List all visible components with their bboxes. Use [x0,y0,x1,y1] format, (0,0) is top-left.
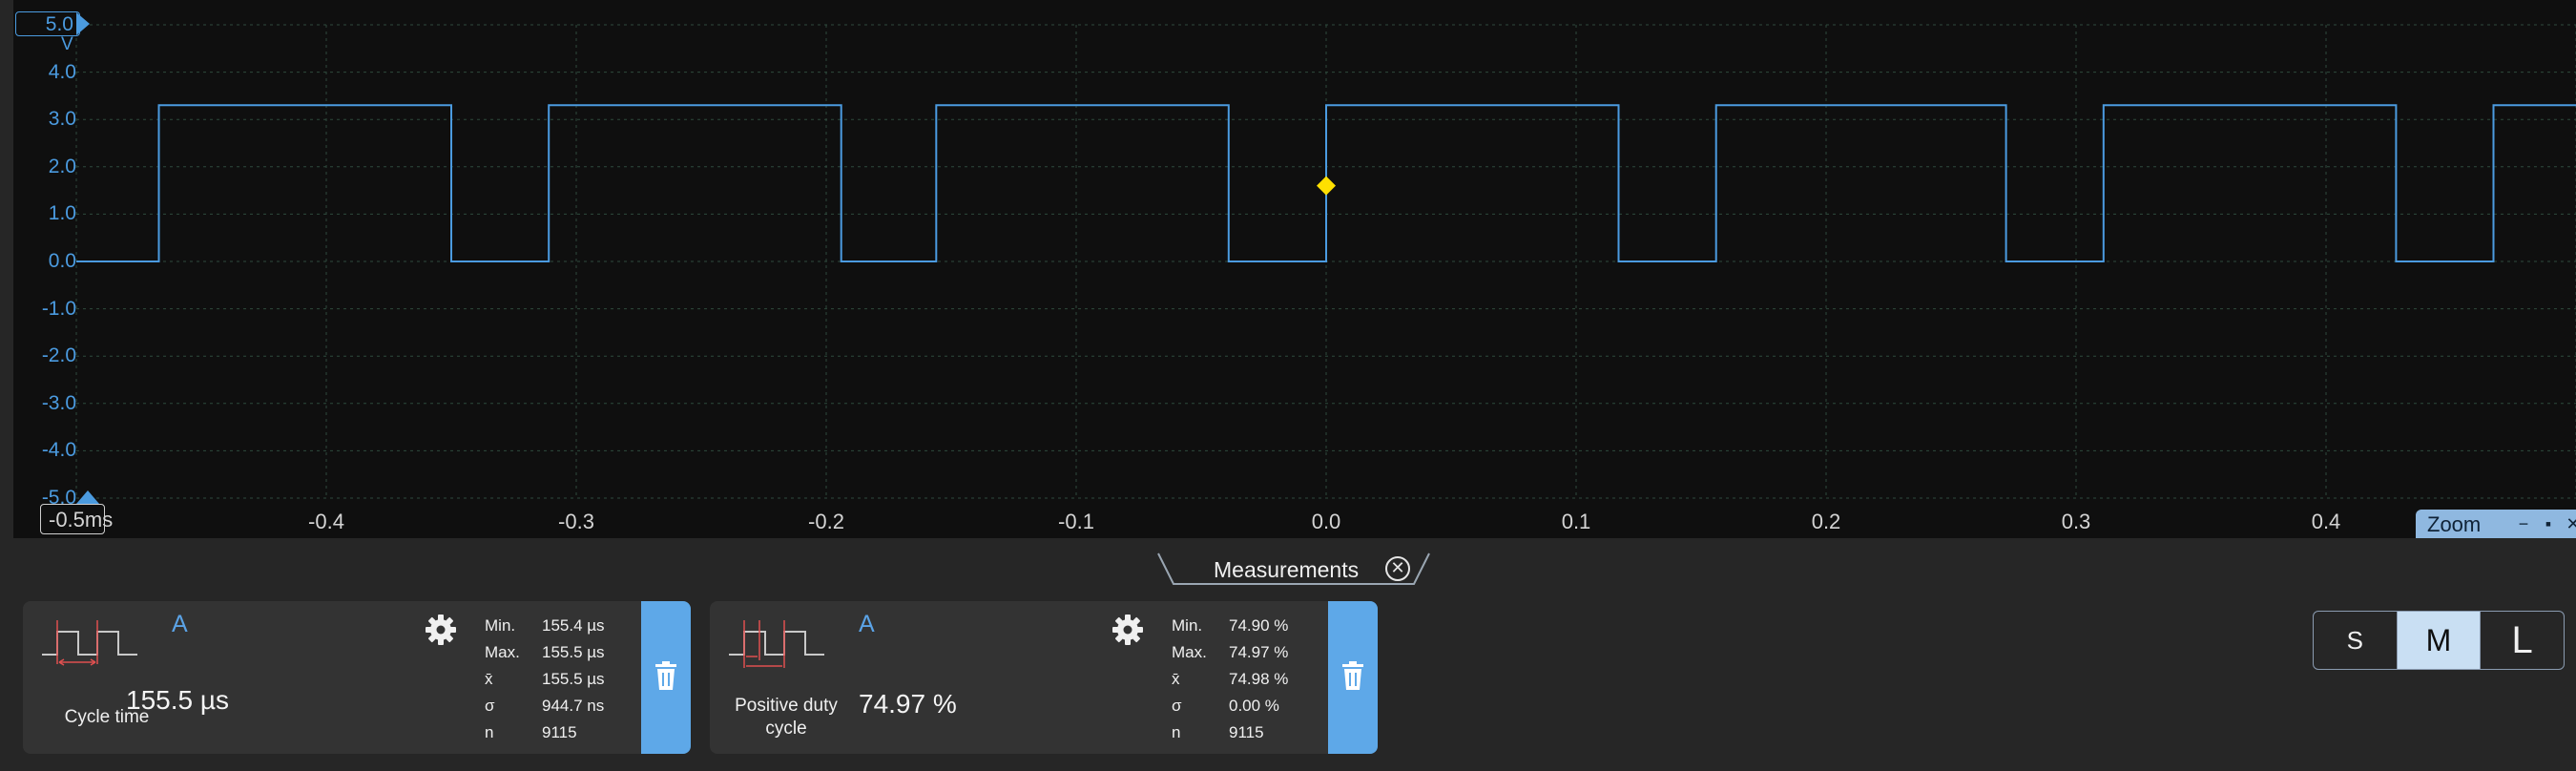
stat-row: σ 944.7 ns [485,697,605,715]
x-tick-label: -0.2 [808,510,844,533]
trash-icon [1342,661,1363,690]
stat-row: n 9115 [485,723,577,741]
stat-row: x̄ 155.5 µs [485,670,605,688]
zoom-maximize-button[interactable]: ▪ [2536,512,2561,535]
x-start-input[interactable]: -0.5ms [40,504,113,534]
stat-row: Min. 74.90 % [1172,616,1289,635]
zoom-panel[interactable]: Zoom − ▪ ✕ [2416,510,2576,538]
stat-row: n 9115 [1172,723,1264,741]
size-small-button[interactable]: S [2314,612,2398,669]
stat-row: Max. 155.5 µs [485,643,605,661]
measurement-stats: Min. 155.4 µs Max. 155.5 µs x̄ 155.5 µs σ 94… [485,613,605,746]
stat-row: Max. 74.97 % [1172,643,1289,661]
stat-row: σ 0.00 % [1172,697,1279,715]
y-tick-label: -4.0 [41,439,76,462]
gear-icon[interactable] [1111,613,1145,647]
trash-icon [655,661,676,690]
measurement-name: Positive duty cycle [735,696,838,739]
measurements-label: Measurements [1214,557,1360,582]
measurement-card-cycle-time[interactable]: A Cycle time 155.5 µs Min. 155.4 µs Max. 1… [23,601,691,754]
gear-icon[interactable] [424,613,458,647]
x-tick-label: -0.1 [1058,510,1094,533]
y-tick-label: -1.0 [41,297,76,320]
trigger-marker [1317,176,1336,196]
channel-label: A [172,611,188,637]
y-tick-label: 2.0 [48,155,76,177]
measurement-card-duty-cycle[interactable]: A Positive duty cycle 74.97 % Min. 74.90 … [710,601,1378,754]
y-tick-label: 1.0 [48,202,76,225]
channel-label: A [859,611,875,637]
x-tick-label: 0.4 [2311,510,2341,533]
y-max-input[interactable]: 5.0 [15,11,80,36]
stat-row: x̄ 74.98 % [1172,670,1289,688]
size-medium-button[interactable]: M [2397,612,2482,669]
measurement-value: 74.97 % [859,689,957,719]
cycle-time-icon [42,620,137,666]
zoom-label: Zoom [2427,512,2482,536]
x-tick-label: 0.0 [1311,510,1341,533]
channel-a-offset-marker[interactable] [76,12,90,35]
size-large-button[interactable]: L [2481,612,2564,669]
y-unit-label: V [61,34,73,54]
x-tick-label: 0.2 [1811,510,1841,533]
delete-measurement-button[interactable] [641,601,691,754]
measurements-tab[interactable]: Measurements ✕ [1156,552,1435,586]
measurement-value: 155.5 µs [126,685,229,715]
measurement-stats: Min. 74.90 % Max. 74.97 % x̄ 74.98 % σ 0.00 … [1172,613,1288,746]
y-tick-label: 4.0 [48,60,76,83]
waveform-plot[interactable] [13,0,2576,538]
duty-cycle-icon [729,620,824,668]
y-tick-label: -2.0 [41,344,76,367]
y-tick-label: -3.0 [41,391,76,414]
y-tick-label: 0.0 [48,250,76,272]
x-tick-label: 0.1 [1561,510,1591,533]
close-circle-icon[interactable]: ✕ [1385,556,1410,581]
stat-row: Min. 155.4 µs [485,616,605,635]
y-tick-label: 3.0 [48,108,76,131]
channel-a-bottom-marker[interactable] [76,490,99,504]
delete-measurement-button[interactable] [1328,601,1378,754]
zoom-close-button[interactable]: ✕ [2561,512,2576,535]
scope-display[interactable]: 4.0 3.0 2.0 1.0 0.0 -1.0 -2.0 -3.0 -4.0 -5.0 -0.4… [13,0,2576,538]
x-tick-label: 0.3 [2061,510,2091,533]
x-tick-label: -0.3 [558,510,594,533]
zoom-minimize-button[interactable]: − [2511,512,2536,535]
card-size-selector[interactable]: S M L [2313,611,2565,670]
x-tick-label: -0.4 [308,510,344,533]
